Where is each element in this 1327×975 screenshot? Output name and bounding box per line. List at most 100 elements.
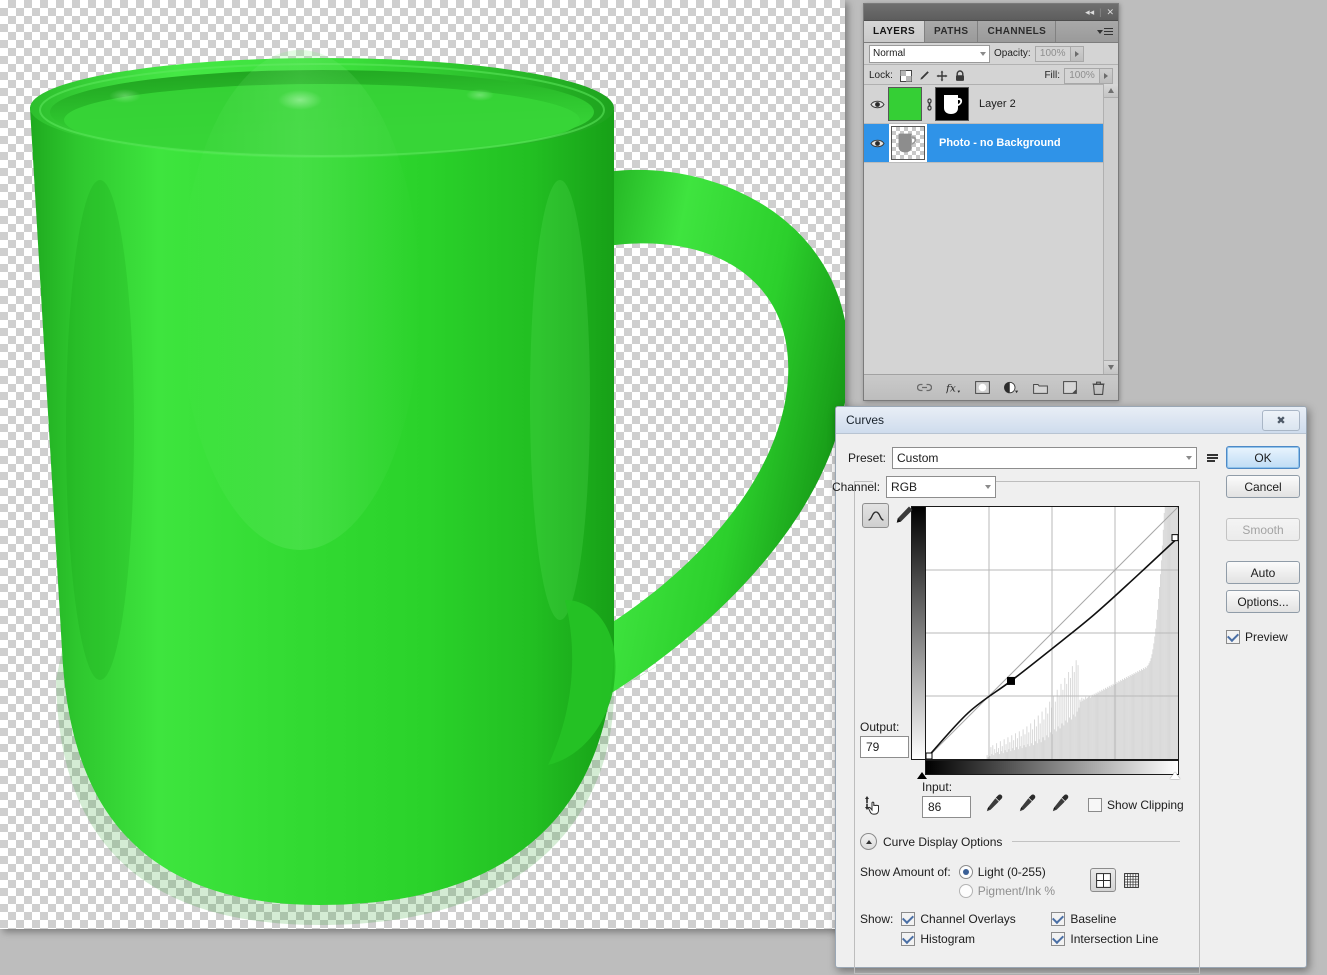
eye-icon	[869, 100, 885, 108]
checkbox-channel-overlays[interactable]: Channel Overlays	[901, 912, 1051, 926]
tab-paths[interactable]: PATHS	[925, 21, 979, 42]
black-point-handle[interactable]	[917, 772, 927, 779]
new-layer-icon[interactable]	[1062, 380, 1077, 395]
opacity-stepper[interactable]: 100%	[1034, 45, 1084, 62]
auto-button[interactable]: Auto	[1226, 561, 1300, 584]
fill-value[interactable]: 100%	[1064, 67, 1100, 84]
lock-transparent-pixels-icon[interactable]	[899, 69, 912, 82]
cancel-button[interactable]: Cancel	[1226, 475, 1300, 498]
channel-overlays-label: Channel Overlays	[920, 912, 1016, 926]
channel-select[interactable]: RGB	[886, 476, 997, 498]
dialog-titlebar[interactable]: Curves ✖	[836, 407, 1306, 434]
collapse-panel-icon[interactable]: ◂◂	[1085, 7, 1094, 17]
collapse-toggle-icon[interactable]	[860, 833, 877, 850]
close-panel-icon[interactable]: ✕	[1106, 7, 1114, 17]
light-label: Light (0-255)	[977, 865, 1046, 879]
lock-label: Lock:	[869, 70, 893, 81]
input-gradient-strip	[925, 760, 1179, 775]
pigment-radio-button[interactable]	[958, 884, 973, 898]
radio-pigment[interactable]: Pigment/Ink %	[958, 884, 1056, 898]
tab-channels[interactable]: CHANNELS	[978, 21, 1057, 42]
layer-style-fx-icon[interactable]: fx	[946, 380, 961, 395]
new-adjustment-layer-icon[interactable]	[1004, 380, 1019, 395]
show-clipping-row[interactable]: Show Clipping	[1088, 798, 1184, 812]
set-gray-point-eyedropper-icon[interactable]	[1018, 794, 1036, 813]
scroll-up-button[interactable]	[1104, 84, 1118, 98]
ok-button[interactable]: OK	[1226, 446, 1300, 469]
layers-panel-footer: fx	[864, 374, 1118, 400]
channel-label: Channel:	[832, 480, 881, 494]
layers-panel[interactable]: ◂◂ | ✕ LAYERS PATHS CHANNELS Normal Opac…	[863, 3, 1119, 401]
layer-thumbnail[interactable]	[888, 87, 922, 121]
intersection-line-checkbox[interactable]	[1051, 932, 1066, 946]
link-layers-icon[interactable]	[917, 380, 932, 395]
curve-display-options-header[interactable]: Curve Display Options	[860, 833, 1180, 850]
set-white-point-eyedropper-icon[interactable]	[1051, 794, 1069, 813]
smooth-button: Smooth	[1226, 518, 1300, 541]
layer-name[interactable]: Layer 2	[979, 98, 1016, 110]
preset-label: Preset:	[848, 451, 887, 465]
preview-checkbox[interactable]	[1226, 630, 1240, 644]
detailed-grid-icon[interactable]	[1121, 870, 1141, 890]
light-radio-button[interactable]	[958, 865, 973, 879]
checkbox-intersection-line[interactable]: Intersection Line	[1051, 932, 1211, 946]
table-row[interactable]: Photo - no Background	[864, 124, 1118, 163]
checkbox-histogram[interactable]: Histogram	[901, 932, 1051, 946]
tab-layers[interactable]: LAYERS	[864, 21, 926, 42]
fill-spin-icon[interactable]	[1100, 67, 1113, 84]
layers-scrollbar[interactable]	[1103, 84, 1118, 374]
add-layer-mask-icon[interactable]	[975, 380, 990, 395]
layer-visibility-toggle[interactable]	[866, 138, 888, 149]
preview-label: Preview	[1245, 630, 1288, 644]
layer-mask-thumbnail[interactable]	[935, 87, 969, 121]
lock-image-pixels-icon[interactable]	[918, 70, 930, 82]
show-clipping-checkbox[interactable]	[1088, 798, 1102, 812]
lock-position-icon[interactable]	[936, 70, 948, 82]
scroll-down-button[interactable]	[1104, 360, 1118, 374]
eye-icon	[869, 139, 885, 147]
chevron-down-icon	[1186, 456, 1193, 460]
fill-stepper[interactable]: 100%	[1064, 67, 1113, 84]
opacity-value[interactable]: 100%	[1034, 45, 1071, 62]
show-amount-row: Show Amount of: Light (0-255) Pigment/In…	[860, 865, 1055, 898]
pigment-label: Pigment/Ink %	[977, 884, 1056, 898]
layer-visibility-toggle[interactable]	[866, 99, 888, 110]
preset-value: Custom	[897, 451, 939, 465]
delete-layer-icon[interactable]	[1091, 380, 1106, 395]
output-gradient-strip	[911, 506, 926, 760]
options-button[interactable]: Options...	[1226, 590, 1300, 613]
white-point-handle[interactable]	[1170, 772, 1180, 779]
photoshop-document-canvas[interactable]	[0, 0, 845, 929]
link-mask-icon[interactable]	[924, 97, 935, 111]
preview-row[interactable]: Preview	[1226, 630, 1300, 644]
curve-pencil-tool-icon[interactable]	[862, 503, 889, 528]
curves-graph[interactable]	[925, 506, 1179, 760]
opacity-spin-icon[interactable]	[1070, 45, 1084, 62]
layer-thumbnail[interactable]	[889, 124, 927, 162]
panel-menu-icon[interactable]	[1097, 26, 1113, 37]
green-mug-artwork	[30, 50, 845, 925]
simple-grid-icon[interactable]	[1090, 868, 1116, 892]
histogram-checkbox[interactable]	[901, 932, 916, 946]
draw-pencil-tool-icon[interactable]	[893, 503, 915, 526]
blend-mode-row: Normal Opacity: 100%	[864, 43, 1118, 65]
baseline-checkbox[interactable]	[1051, 912, 1066, 926]
preset-options-menu-icon[interactable]	[1207, 451, 1221, 465]
channel-overlays-checkbox[interactable]	[901, 912, 916, 926]
layers-list[interactable]: Layer 2 Photo - no Background	[864, 84, 1118, 374]
output-field[interactable]: 79	[860, 736, 909, 758]
curve-point-drag-icon[interactable]	[862, 795, 886, 817]
layer-name[interactable]: Photo - no Background	[939, 137, 1061, 149]
table-row[interactable]: Layer 2	[864, 85, 1118, 124]
show-clipping-label: Show Clipping	[1107, 798, 1184, 812]
checkbox-baseline[interactable]: Baseline	[1051, 912, 1211, 926]
close-icon[interactable]: ✖	[1262, 410, 1300, 431]
preset-select[interactable]: Custom	[892, 447, 1198, 469]
baseline-label: Baseline	[1070, 912, 1117, 926]
lock-all-icon[interactable]	[954, 69, 966, 82]
set-black-point-eyedropper-icon[interactable]	[985, 794, 1003, 813]
input-field[interactable]: 86	[922, 796, 971, 818]
blend-mode-select[interactable]: Normal	[869, 44, 990, 63]
radio-light[interactable]: Light (0-255)	[958, 865, 1055, 879]
new-group-icon[interactable]	[1033, 380, 1048, 395]
